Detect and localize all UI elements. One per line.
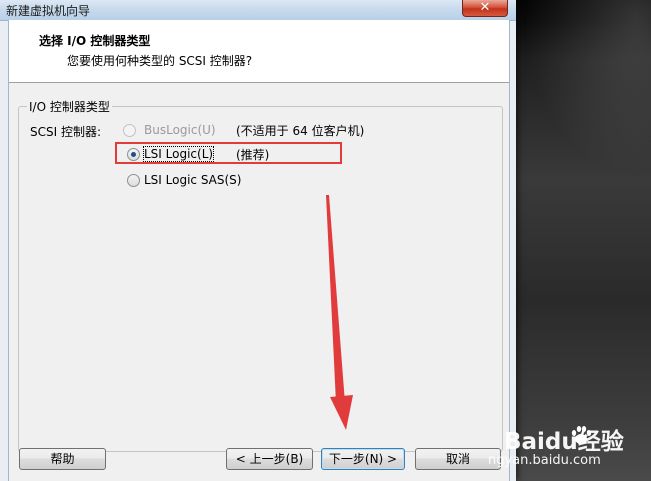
next-button[interactable]: 下一步(N) >: [321, 448, 405, 470]
buslogic-label: BusLogic(U): [144, 123, 216, 137]
wizard-header: 选择 I/O 控制器类型 您要使用何种类型的 SCSI 控制器?: [9, 20, 509, 83]
annotation-arrow: [326, 195, 353, 430]
page-title: 选择 I/O 控制器类型: [39, 34, 151, 48]
baidu-watermark: Baidu经验 ngyan.baidu.com: [488, 420, 651, 480]
arrow-head: [330, 395, 353, 430]
page-subtitle: 您要使用何种类型的 SCSI 控制器?: [67, 54, 253, 68]
wizard-body: 选择 I/O 控制器类型 您要使用何种类型的 SCSI 控制器? I/O 控制器…: [8, 20, 510, 481]
buslogic-note: (不适用于 64 位客户机): [236, 124, 365, 138]
wizard-window: 新建虚拟机向导 ✕ 选择 I/O 控制器类型 您要使用何种类型的 SCSI 控制…: [0, 0, 516, 481]
title-bar[interactable]: 新建虚拟机向导 ✕: [0, 0, 516, 21]
close-button[interactable]: ✕: [462, 0, 508, 17]
watermark-brand: Baidu经验: [504, 429, 624, 455]
arrow-shaft: [326, 195, 345, 403]
buslogic-radio[interactable]: [123, 124, 136, 137]
lsi-logic-sas-label: LSI Logic SAS(S): [144, 173, 242, 187]
close-icon: ✕: [479, 0, 491, 15]
window-title: 新建虚拟机向导: [6, 4, 91, 18]
groupbox-label: I/O 控制器类型: [27, 98, 112, 115]
annotation-highlight-box: [115, 142, 342, 164]
desktop-background: [505, 0, 651, 481]
back-button[interactable]: < 上一步(B): [226, 448, 313, 470]
watermark-url: ngyan.baidu.com: [488, 453, 601, 468]
paw-icon: [571, 426, 592, 444]
lsi-logic-sas-radio[interactable]: [127, 174, 140, 187]
help-button[interactable]: 帮助: [19, 448, 106, 470]
scsi-controller-label: SCSI 控制器:: [30, 125, 102, 139]
